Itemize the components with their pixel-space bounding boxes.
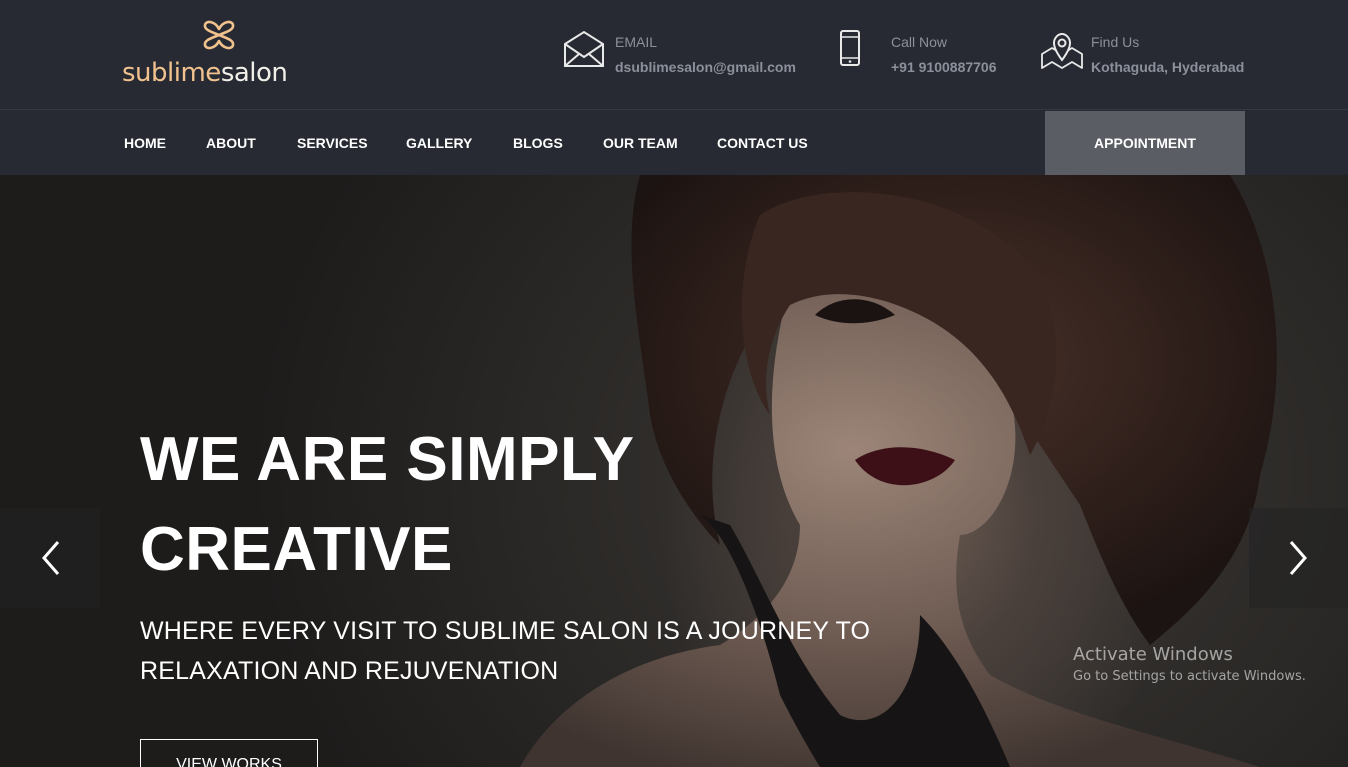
hero-subheadline: WHERE EVERY VISIT TO SUBLIME SALON IS A … xyxy=(140,611,900,691)
x-knot-icon xyxy=(203,20,235,50)
view-works-button[interactable]: VIEW WORKS xyxy=(140,739,318,767)
nav-services[interactable]: SERVICES xyxy=(297,135,368,151)
hero-subheadline-line1: WHERE EVERY VISIT TO SUBLIME SALON IS A … xyxy=(140,617,871,645)
contact-phone[interactable]: Call Now +91 9100887706 xyxy=(836,28,1026,84)
email-value[interactable]: dsublimesalon@gmail.com xyxy=(615,59,796,75)
phone-label: Call Now xyxy=(891,34,948,50)
watermark-title: Activate Windows xyxy=(1073,644,1233,665)
hero-headline-line2: CREATIVE xyxy=(140,515,453,584)
site-header: sublimesalon EMAIL dsublimesalon@gmail.c… xyxy=(0,0,1348,110)
slider-prev-button[interactable] xyxy=(0,508,100,608)
envelope-icon xyxy=(564,30,604,67)
email-label: EMAIL xyxy=(615,34,658,50)
contact-email[interactable]: EMAIL dsublimesalon@gmail.com xyxy=(562,28,822,84)
site-logo[interactable]: sublimesalon xyxy=(122,18,322,90)
nav-contact-us[interactable]: CONTACT US xyxy=(717,135,808,151)
nav-our-team[interactable]: OUR TEAM xyxy=(603,135,678,151)
activate-windows-watermark: Activate Windows Go to Settings to activ… xyxy=(1073,644,1306,684)
slider-next-button[interactable] xyxy=(1249,508,1348,608)
location-value[interactable]: Kothaguda, Hyderabad xyxy=(1091,59,1244,75)
watermark-subtitle: Go to Settings to activate Windows. xyxy=(1073,669,1306,684)
mobile-phone-icon xyxy=(840,30,860,66)
hero-headline-line1: WE ARE SIMPLY xyxy=(140,425,635,494)
logo-wordmark: sublimesalon xyxy=(122,58,288,88)
logo-text-primary: sublime xyxy=(122,58,221,88)
logo-text-secondary: salon xyxy=(220,58,288,88)
map-pin-icon xyxy=(1041,32,1083,69)
nav-about[interactable]: ABOUT xyxy=(206,135,256,151)
nav-blogs[interactable]: BLOGS xyxy=(513,135,563,151)
nav-gallery[interactable]: GALLERY xyxy=(406,135,472,151)
appointment-button[interactable]: APPOINTMENT xyxy=(1045,111,1245,175)
contact-location[interactable]: Find Us Kothaguda, Hyderabad xyxy=(1040,28,1280,84)
chevron-right-icon xyxy=(1289,541,1307,575)
nav-home[interactable]: HOME xyxy=(124,135,166,151)
location-label: Find Us xyxy=(1091,34,1140,50)
chevron-left-icon xyxy=(42,541,60,575)
hero-headline: WE ARE SIMPLY CREATIVE xyxy=(140,415,700,595)
hero-slider: WE ARE SIMPLY CREATIVE WHERE EVERY VISIT… xyxy=(0,175,1348,767)
main-nav: HOME ABOUT SERVICES GALLERY BLOGS OUR TE… xyxy=(0,110,1348,175)
hero-subheadline-line2: RELAXATION AND REJUVENATION xyxy=(140,657,559,685)
phone-value[interactable]: +91 9100887706 xyxy=(891,59,997,75)
